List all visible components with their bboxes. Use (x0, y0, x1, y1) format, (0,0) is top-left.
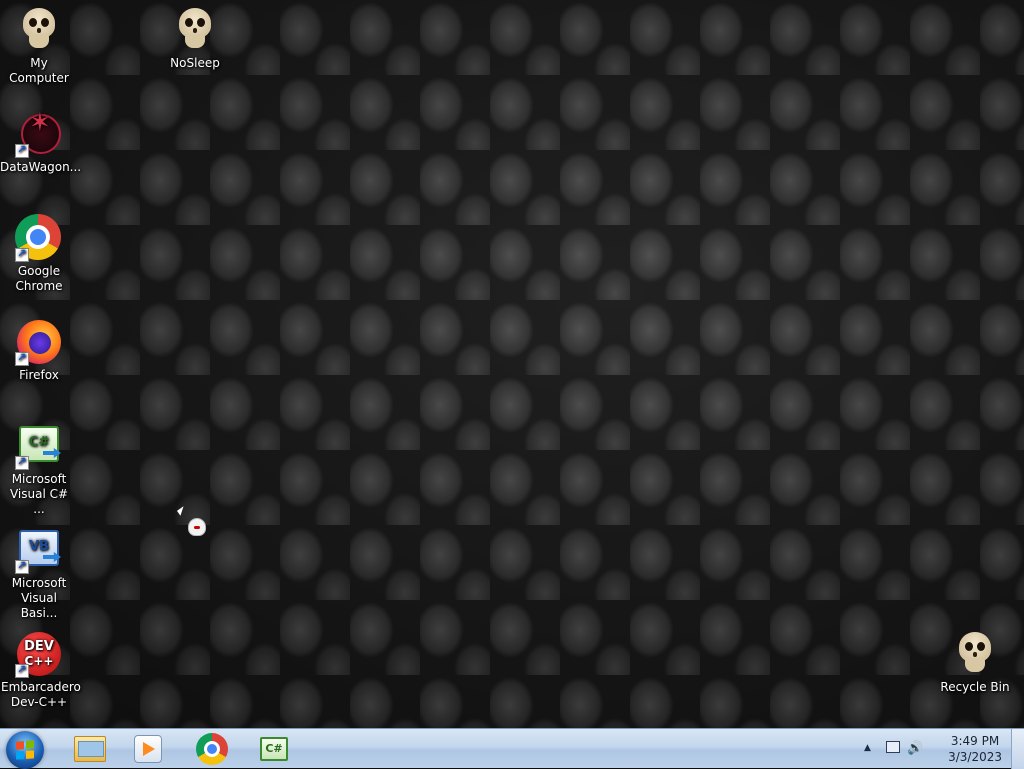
desktop-icon-dev-cpp[interactable]: DEV C++ Embarcadero Dev-C++ (0, 630, 81, 710)
clock-time: 3:49 PM (950, 734, 1000, 748)
devcpp-icon: DEV C++ (15, 630, 63, 678)
desktop-icon-nosleep[interactable]: NoSleep (156, 6, 234, 71)
shortcut-arrow-icon (15, 454, 29, 470)
folder-explorer-icon (74, 736, 106, 762)
chrome-icon (15, 214, 63, 262)
taskbar: C# ▲ 🔊 3:49 PM 3/3/2023 (0, 728, 1024, 769)
desktop-icon-my-computer[interactable]: My Computer (0, 6, 78, 86)
desktop-icon-firefox[interactable]: Firefox (0, 318, 78, 383)
show-hidden-icons-chevron-icon[interactable]: ▲ (864, 743, 871, 753)
desktop-icon-label: Firefox (19, 368, 59, 382)
skull-icon (951, 630, 999, 678)
desktop-icon-label: My Computer (9, 56, 69, 85)
desktop-icon-label: NoSleep (170, 56, 220, 70)
desktop-icon-datawagon[interactable]: DataWagon... (0, 110, 82, 175)
desktop-icon-recycle-bin[interactable]: Recycle Bin (936, 630, 1014, 695)
shortcut-arrow-icon (15, 142, 29, 158)
desktop-icon-visual-basic[interactable]: VB Microsoft Visual Basi... (0, 526, 78, 621)
skull-icon (15, 6, 63, 54)
vb-icon: VB (15, 526, 63, 574)
media-player-icon (134, 735, 162, 763)
desktop-icon-label: DataWagon... (0, 160, 82, 174)
taskbar-clock[interactable]: 3:49 PM 3/3/2023 (948, 733, 1002, 765)
volume-icon[interactable]: 🔊 (907, 741, 923, 756)
skull-icon (171, 6, 219, 54)
taskbar-chrome-button[interactable] (184, 731, 240, 767)
desktop-icon-label: Microsoft Visual C# ... (9, 472, 69, 516)
shortcut-arrow-icon (15, 558, 29, 574)
chrome-icon (196, 733, 228, 765)
desktop-icon-label: Recycle Bin (940, 680, 1010, 694)
shortcut-arrow-icon (15, 662, 29, 678)
desktop-icon-label: Microsoft Visual Basi... (11, 576, 67, 620)
desktop-icon-google-chrome[interactable]: Google Chrome (0, 214, 78, 294)
taskbar-media-player-button[interactable] (120, 731, 176, 767)
desktop-wallpaper[interactable]: My Computer NoSleep DataWagon... Google … (0, 0, 1024, 728)
firefox-icon (15, 318, 63, 366)
desktop-icon-label: Google Chrome (15, 264, 63, 293)
taskbar-explorer-button[interactable] (62, 731, 118, 767)
pentagram-icon (15, 110, 63, 158)
csharp-icon: C# (260, 737, 288, 761)
show-desktop-button[interactable] (1011, 729, 1024, 769)
clock-date: 3/3/2023 (948, 750, 1002, 764)
network-icon[interactable] (886, 741, 900, 753)
shortcut-arrow-icon (15, 246, 29, 262)
desktop-icon-visual-csharp[interactable]: C# Microsoft Visual C# ... (0, 422, 78, 517)
taskbar-visual-csharp-button[interactable]: C# (246, 731, 302, 767)
shortcut-arrow-icon (15, 350, 29, 366)
start-button[interactable] (6, 731, 44, 769)
csharp-icon: C# (15, 422, 63, 470)
desktop-icon-label: Embarcadero Dev-C++ (1, 680, 81, 709)
windows-logo-icon (16, 740, 34, 760)
